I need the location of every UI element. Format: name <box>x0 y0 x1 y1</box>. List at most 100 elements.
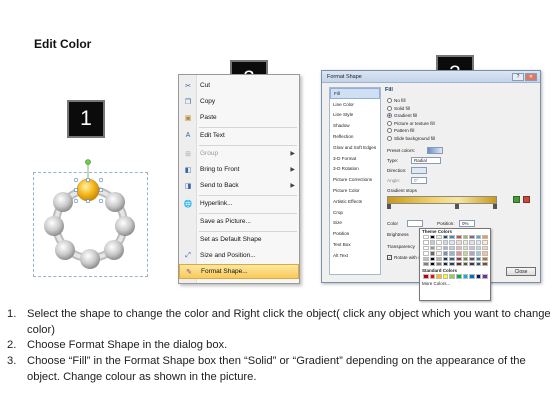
radio-gradient-fill[interactable]: Gradient fill <box>387 113 417 118</box>
remove-stop-icon[interactable] <box>523 196 530 203</box>
nav-item[interactable]: Artistic Effects <box>330 196 380 207</box>
color-swatch[interactable] <box>482 245 488 251</box>
color-swatch[interactable] <box>455 274 462 279</box>
angle-spinner[interactable]: 0° <box>411 177 427 184</box>
color-swatch[interactable] <box>449 240 455 245</box>
radio-solid-fill[interactable]: Solid fill <box>387 105 410 111</box>
color-swatch[interactable] <box>436 240 442 245</box>
nav-item[interactable]: Line Color <box>330 99 380 110</box>
color-swatch[interactable] <box>462 251 469 256</box>
color-swatch[interactable] <box>469 274 475 279</box>
menu-item-size-and-position[interactable]: ⤢ Size and Position... <box>179 248 299 263</box>
radio-slide-background-fill[interactable]: Slide background fill <box>387 135 435 141</box>
color-swatch[interactable] <box>455 251 462 256</box>
color-swatch[interactable] <box>442 240 449 245</box>
nav-item[interactable]: 3-D Format <box>330 153 380 164</box>
nav-item[interactable]: Position <box>330 228 380 239</box>
color-swatch[interactable] <box>469 261 475 267</box>
color-swatch[interactable] <box>475 261 482 267</box>
color-swatch[interactable] <box>423 274 429 279</box>
color-swatch[interactable] <box>449 274 455 279</box>
color-swatch[interactable] <box>469 235 475 240</box>
gradient-stop-handle[interactable] <box>387 204 391 209</box>
color-swatch[interactable] <box>482 256 488 261</box>
color-swatch[interactable] <box>442 256 449 261</box>
color-swatch[interactable] <box>475 235 482 240</box>
menu-item-copy[interactable]: ❐ Copy <box>179 94 299 109</box>
nav-item[interactable]: Picture Corrections <box>330 174 380 185</box>
color-swatch[interactable] <box>455 235 462 240</box>
color-swatch[interactable] <box>423 251 429 256</box>
gradient-stop-handle[interactable] <box>455 204 459 209</box>
color-swatch[interactable] <box>429 235 436 240</box>
color-swatch[interactable] <box>455 245 462 251</box>
close-button[interactable]: Close <box>506 267 536 276</box>
color-swatch[interactable] <box>429 245 436 251</box>
color-swatch[interactable] <box>436 256 442 261</box>
color-swatch[interactable] <box>469 245 475 251</box>
rotate-checkbox[interactable]: ✓ <box>387 255 392 260</box>
radio-picture-fill[interactable]: Picture or texture fill <box>387 120 435 126</box>
color-swatch[interactable] <box>449 261 455 267</box>
preset-colors-dropdown[interactable] <box>427 147 443 154</box>
color-swatch[interactable] <box>436 274 442 279</box>
color-swatch[interactable] <box>429 274 436 279</box>
color-swatch[interactable] <box>482 261 488 267</box>
color-swatch[interactable] <box>449 256 455 261</box>
nav-item[interactable]: Picture Color <box>330 185 380 196</box>
color-swatch[interactable] <box>469 251 475 256</box>
menu-item-group[interactable]: ⊞ Group ▶ <box>179 146 299 161</box>
color-swatch[interactable] <box>475 251 482 256</box>
color-swatch[interactable] <box>455 256 462 261</box>
dialog-titlebar[interactable]: Format Shape ? ✕ <box>322 71 540 83</box>
color-swatch[interactable] <box>442 235 449 240</box>
color-swatch[interactable] <box>475 240 482 245</box>
color-picker-button[interactable] <box>407 220 423 227</box>
gradient-stops-bar[interactable] <box>387 196 497 204</box>
close-icon[interactable]: ✕ <box>525 73 537 81</box>
color-swatch[interactable] <box>455 240 462 245</box>
color-swatch[interactable] <box>436 245 442 251</box>
circle-ring-diagram[interactable] <box>30 158 152 283</box>
more-colors-link[interactable]: More Colors... <box>420 281 490 286</box>
color-swatch[interactable] <box>482 274 488 279</box>
color-swatch[interactable] <box>423 240 429 245</box>
nav-item[interactable]: Shadow <box>330 120 380 131</box>
menu-item-save-as-picture[interactable]: Save as Picture... <box>179 214 299 229</box>
add-stop-icon[interactable] <box>513 196 520 203</box>
nav-item[interactable]: Text Box <box>330 239 380 250</box>
color-swatch[interactable] <box>475 245 482 251</box>
color-swatch[interactable] <box>429 240 436 245</box>
color-swatch[interactable] <box>449 245 455 251</box>
gradient-stop-handle[interactable] <box>493 204 497 209</box>
color-swatch[interactable] <box>482 251 488 256</box>
menu-item-cut[interactable]: ✂ Cut <box>179 78 299 93</box>
color-swatch[interactable] <box>423 235 429 240</box>
menu-item-bring-to-front[interactable]: ◧ Bring to Front ▶ <box>179 162 299 177</box>
menu-item-paste[interactable]: ▣ Paste <box>179 110 299 125</box>
position-spinner[interactable]: 0% <box>459 220 475 227</box>
type-dropdown[interactable]: Radial <box>411 157 441 164</box>
color-swatch[interactable] <box>462 261 469 267</box>
color-swatch[interactable] <box>482 235 488 240</box>
color-swatch[interactable] <box>423 261 429 267</box>
color-swatch[interactable] <box>462 240 469 245</box>
color-swatch[interactable] <box>482 240 488 245</box>
nav-item-fill[interactable]: Fill <box>330 88 380 99</box>
color-swatch[interactable] <box>423 256 429 261</box>
nav-item[interactable]: Crop <box>330 207 380 218</box>
color-swatch[interactable] <box>462 274 469 279</box>
radio-pattern-fill[interactable]: Pattern fill <box>387 128 414 133</box>
radio-no-fill[interactable]: No fill <box>387 98 406 103</box>
menu-item-hyperlink[interactable]: 🌐 Hyperlink... <box>179 196 299 211</box>
color-swatch[interactable] <box>442 274 449 279</box>
color-swatch[interactable] <box>475 256 482 261</box>
color-swatch[interactable] <box>449 251 455 256</box>
color-swatch[interactable] <box>462 256 469 261</box>
nav-item[interactable]: Alt Text <box>330 250 380 261</box>
menu-item-format-shape[interactable]: ✎ Format Shape... <box>179 264 299 279</box>
color-swatch[interactable] <box>429 256 436 261</box>
nav-item[interactable]: 3-D Rotation <box>330 164 380 175</box>
nav-item[interactable]: Glow and Soft Edges <box>330 142 380 153</box>
direction-dropdown[interactable] <box>411 167 427 174</box>
